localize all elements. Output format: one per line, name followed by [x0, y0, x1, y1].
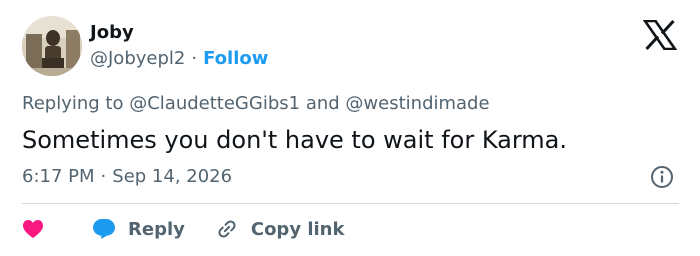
link-icon	[218, 220, 236, 238]
heart-icon	[23, 220, 43, 238]
timestamp-separator: ·	[100, 166, 107, 187]
x-logo-icon[interactable]	[643, 20, 677, 50]
divider	[22, 203, 679, 204]
speech-bubble-icon	[93, 219, 115, 239]
avatar-photo	[22, 16, 82, 76]
copy-link-label: Copy link	[250, 218, 345, 240]
info-icon[interactable]	[650, 165, 674, 189]
handle-separator: ·	[191, 48, 198, 69]
tweet-date: Sep 14, 2026	[112, 166, 233, 187]
replying-to-prefix: Replying to	[22, 93, 124, 114]
tweet-time: 6:17 PM	[22, 166, 95, 187]
follow-button[interactable]: Follow	[203, 48, 268, 69]
reply-conjunction: and	[305, 93, 340, 114]
replying-to-line: Replying to @ClaudetteGGibs1 and @westin…	[22, 93, 490, 115]
avatar[interactable]	[22, 16, 82, 76]
author-handle-row: @Jobyepl2 · Follow	[90, 48, 268, 70]
like-button[interactable]	[22, 219, 44, 239]
reply-button[interactable]: Reply	[92, 218, 185, 240]
author-name[interactable]: Joby	[90, 22, 134, 44]
copy-link-button[interactable]: Copy link	[215, 217, 345, 241]
reply-mention-2[interactable]: @westindimade	[345, 93, 489, 114]
tweet-timestamp[interactable]: 6:17 PM · Sep 14, 2026	[22, 166, 232, 188]
reply-mention-1[interactable]: @ClaudetteGGibs1	[129, 93, 300, 114]
reply-label: Reply	[128, 218, 185, 240]
tweet-text: Sometimes you don't have to wait for Kar…	[22, 126, 568, 154]
action-bar: Reply Copy link	[22, 216, 344, 242]
author-handle[interactable]: @Jobyepl2	[90, 48, 185, 69]
